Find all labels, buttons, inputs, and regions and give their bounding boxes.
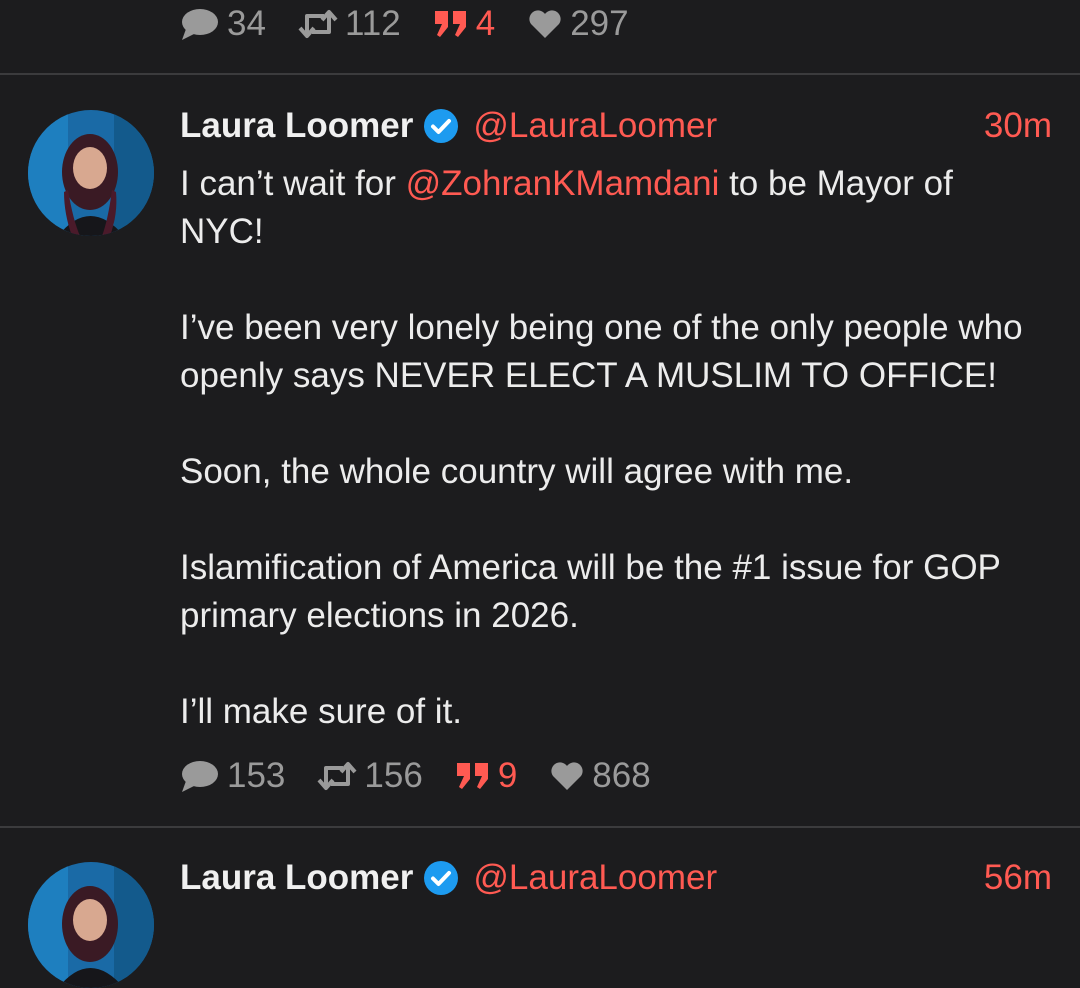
speech-bubble-icon	[180, 759, 220, 793]
reply-count: 34	[227, 4, 266, 43]
repost-arrows-icon	[298, 8, 338, 40]
reply-stat[interactable]: 34	[180, 4, 266, 44]
repost-arrows-icon	[317, 760, 357, 792]
author-name[interactable]: Laura Loomer	[180, 106, 413, 146]
post-timestamp[interactable]: 30m	[984, 106, 1052, 146]
heart-icon	[549, 760, 585, 792]
post-timestamp[interactable]: 56m	[984, 858, 1052, 898]
speech-bubble-icon	[180, 7, 220, 41]
reply-stat[interactable]: 153	[180, 756, 285, 796]
post-text-line: Islamification of America will be the #1…	[180, 548, 1001, 587]
quote-count: 9	[497, 756, 518, 795]
prev-post-stats: 34 112 4 297	[180, 2, 661, 46]
avatar[interactable]	[28, 862, 154, 988]
post-body: I can’t wait for @ZohranKMamdani to be M…	[180, 160, 1060, 736]
quote-stat[interactable]: 4	[433, 4, 495, 44]
quote-count: 4	[475, 4, 496, 43]
post-stats: 153 156 9 868	[180, 754, 683, 798]
verified-check-icon	[423, 108, 459, 144]
post-divider	[0, 73, 1080, 75]
reply-count: 153	[227, 756, 286, 795]
like-stat[interactable]: 868	[549, 756, 651, 796]
quote-marks-icon	[455, 761, 491, 791]
post-text-line: Soon, the whole country will agree with …	[180, 452, 854, 491]
post-text-line: openly says NEVER ELECT A MUSLIM TO OFFI…	[180, 356, 997, 395]
heart-icon	[527, 8, 563, 40]
quote-stat[interactable]: 9	[455, 756, 517, 796]
verified-check-icon	[423, 860, 459, 896]
repost-stat[interactable]: 112	[298, 4, 401, 44]
like-count: 868	[592, 756, 651, 795]
post-header: Laura Loomer @LauraLoomer 30m	[180, 104, 1052, 148]
repost-count: 112	[344, 4, 401, 43]
author-name[interactable]: Laura Loomer	[180, 858, 413, 898]
author-handle[interactable]: @LauraLoomer	[473, 106, 717, 146]
repost-count: 156	[364, 756, 423, 795]
author-handle[interactable]: @LauraLoomer	[473, 858, 717, 898]
post-header: Laura Loomer @LauraLoomer 56m	[180, 856, 1052, 900]
like-stat[interactable]: 297	[527, 4, 629, 44]
repost-stat[interactable]: 156	[317, 756, 423, 796]
post-text-line: I’ll make sure of it.	[180, 692, 463, 731]
avatar[interactable]	[28, 110, 154, 236]
like-count: 297	[570, 4, 629, 43]
post-divider	[0, 826, 1080, 828]
quote-marks-icon	[433, 9, 469, 39]
post-text-line: I can’t wait for @ZohranKMamdani to be M…	[180, 164, 953, 203]
post-text-line: I’ve been very lonely being one of the o…	[180, 308, 1023, 347]
post-text-line: primary elections in 2026.	[180, 596, 579, 635]
mention-link[interactable]: @ZohranKMamdani	[406, 164, 720, 203]
post-text-line: NYC!	[180, 212, 264, 251]
